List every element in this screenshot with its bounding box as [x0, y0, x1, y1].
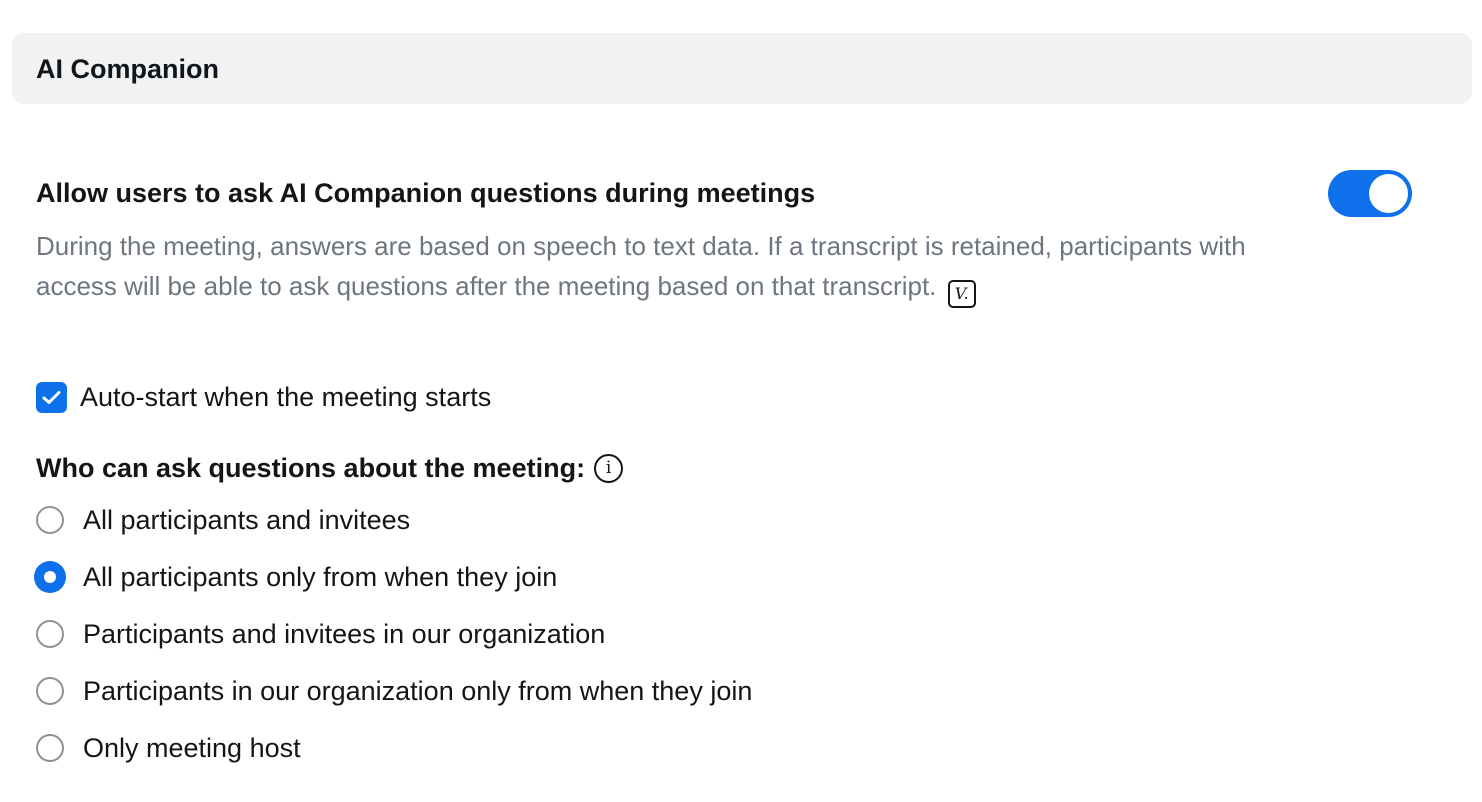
radio-option-all-participants-and-invitees[interactable]: All participants and invitees — [36, 503, 410, 537]
checkmark-icon — [42, 390, 61, 404]
setting-description-text: During the meeting, answers are based on… — [36, 231, 1246, 301]
radio-button[interactable] — [36, 620, 64, 648]
allow-questions-toggle[interactable] — [1328, 170, 1412, 217]
section-header: AI Companion — [12, 33, 1472, 104]
auto-start-checkbox-row[interactable]: Auto-start when the meeting starts — [36, 380, 491, 414]
radio-button[interactable] — [36, 677, 64, 705]
radio-option-label: Only meeting host — [83, 733, 301, 763]
setting-description: During the meeting, answers are based on… — [36, 226, 1276, 308]
auto-start-checkbox[interactable] — [36, 381, 67, 413]
radio-option-only-meeting-host[interactable]: Only meeting host — [36, 731, 301, 765]
radio-button[interactable] — [36, 506, 64, 534]
who-can-ask-heading: Who can ask questions about the meeting:… — [36, 450, 624, 486]
who-can-ask-heading-text: Who can ask questions about the meeting: — [36, 453, 586, 483]
radio-option-org-participants-from-join[interactable]: Participants in our organization only fr… — [36, 674, 752, 708]
radio-option-label: Participants in our organization only fr… — [83, 676, 753, 706]
auto-start-label: Auto-start when the meeting starts — [80, 382, 492, 412]
radio-option-label: All participants only from when they joi… — [83, 562, 558, 592]
radio-option-all-participants-from-join[interactable]: All participants only from when they joi… — [34, 560, 558, 594]
radio-option-label: Participants and invitees in our organiz… — [83, 619, 606, 649]
version-badge-icon[interactable]: V. — [947, 280, 976, 308]
radio-option-label: All participants and invitees — [83, 505, 411, 535]
radio-option-org-participants-and-invitees[interactable]: Participants and invitees in our organiz… — [36, 617, 605, 651]
info-icon[interactable]: i — [594, 453, 624, 483]
section-title: AI Companion — [36, 54, 219, 84]
toggle-knob — [1369, 174, 1408, 213]
radio-button-selected[interactable] — [34, 561, 66, 593]
setting-title: Allow users to ask AI Companion question… — [36, 178, 816, 208]
radio-button[interactable] — [36, 734, 64, 762]
